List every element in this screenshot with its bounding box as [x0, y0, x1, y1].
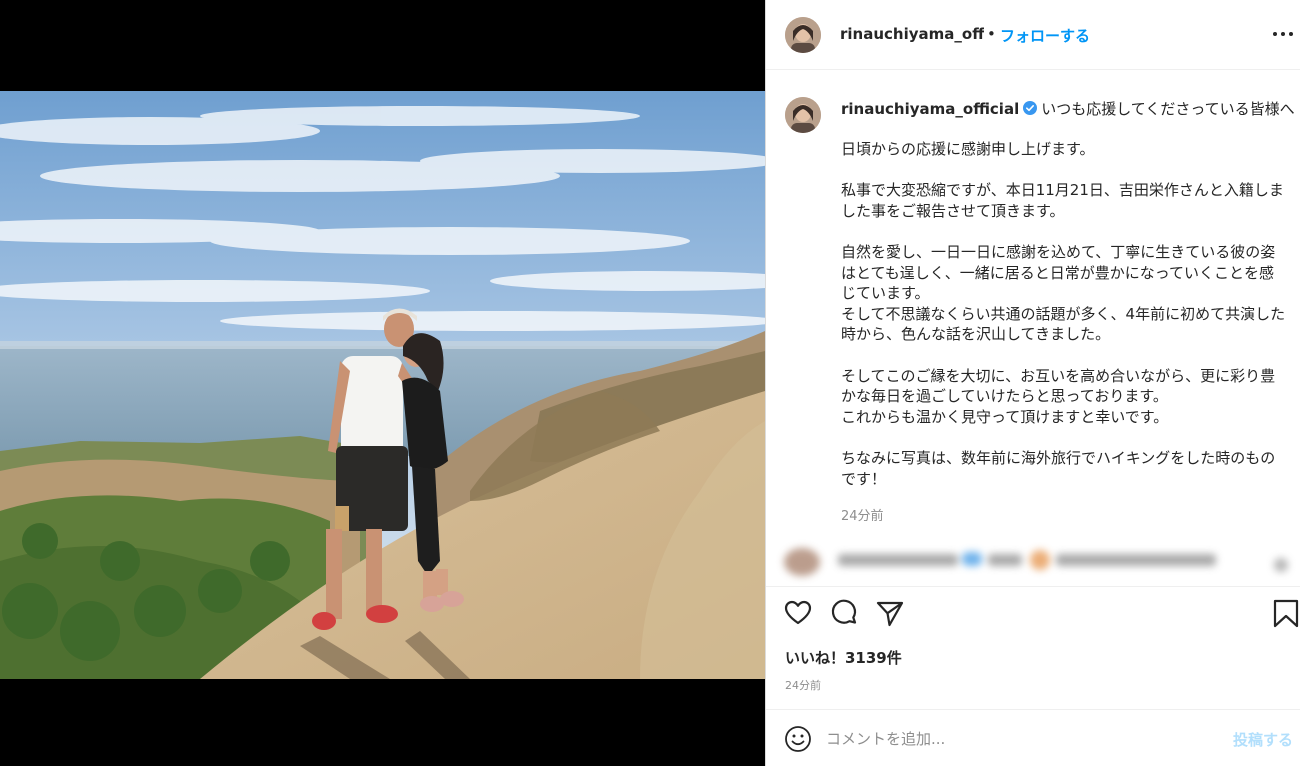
separator-dot: •: [987, 25, 996, 43]
caption-area: rinauchiyama_official いつも応援してくださっている皆様へ 日…: [766, 71, 1300, 536]
action-bar: いいね！3139件 24分前: [766, 586, 1300, 708]
post-photo[interactable]: [0, 91, 765, 679]
smiley-icon[interactable]: [784, 725, 812, 753]
follow-button[interactable]: フォローする: [1000, 25, 1090, 46]
verified-badge-icon: [1023, 101, 1038, 115]
post-timestamp[interactable]: 24分前: [785, 677, 821, 693]
more-options-icon[interactable]: [1272, 21, 1294, 45]
post-comment-button[interactable]: 投稿する: [1233, 729, 1293, 750]
comment-input[interactable]: [826, 726, 1226, 752]
bookmark-icon[interactable]: [1271, 598, 1300, 628]
post-header: rinauchiyama_official • フォローする: [766, 0, 1300, 70]
avatar[interactable]: [785, 17, 821, 53]
paper-plane-icon[interactable]: [875, 598, 905, 628]
caption-timestamp: 24分前: [841, 509, 884, 524]
header-username[interactable]: rinauchiyama_official: [840, 25, 984, 43]
blurred-comment: [774, 538, 1294, 584]
photo-viewer: [0, 0, 765, 766]
caption-username[interactable]: rinauchiyama_official: [841, 100, 1019, 118]
comment-box: 投稿する: [766, 709, 1300, 766]
like-count[interactable]: いいね！3139件: [785, 647, 902, 668]
caption-text: 日頃からの応援に感謝申し上げます。 私事で大変恐縮ですが、本日11月21日、吉田…: [841, 140, 1286, 488]
caption-title: いつも応援してくださっている皆様へ: [1041, 100, 1295, 118]
post-sidebar: rinauchiyama_official • フォローする rinauchiy…: [765, 0, 1300, 766]
hiking-couple-photo: [0, 91, 765, 679]
caption-header: rinauchiyama_official いつも応援してくださっている皆様へ: [841, 98, 1295, 119]
caption-avatar[interactable]: [785, 97, 821, 133]
heart-icon[interactable]: [783, 598, 813, 628]
comment-bubble-icon[interactable]: [829, 598, 859, 628]
